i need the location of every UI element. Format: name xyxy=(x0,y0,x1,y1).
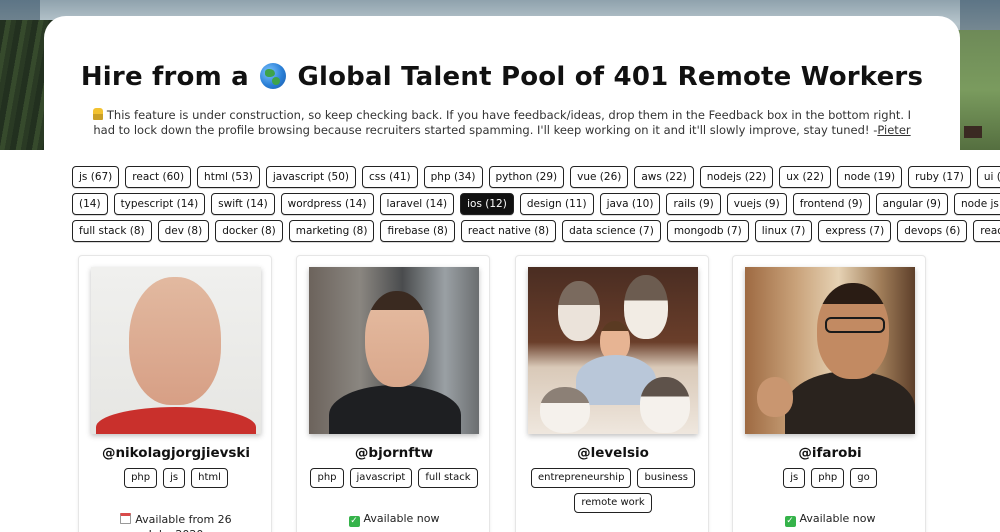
tag-filter[interactable]: mongodb (7) xyxy=(666,220,749,242)
tag-filter[interactable]: ios (12) xyxy=(460,193,514,215)
worker-cards: @nikolagjorgjievski php js html Availabl… xyxy=(78,255,938,532)
availability-text: Available now xyxy=(363,512,440,525)
skill-tag[interactable]: entrepreneurship xyxy=(530,468,632,488)
worker-card[interactable]: @ifarobi js php go ✓ Available now xyxy=(732,255,926,532)
skill-tag[interactable]: js xyxy=(163,468,186,488)
tag-filter[interactable]: ruby (17) xyxy=(908,166,971,188)
availability-status: ✓ Available now xyxy=(297,512,491,527)
profile-photo[interactable] xyxy=(309,267,479,434)
tag-filter[interactable]: firebase (8) xyxy=(380,220,455,242)
title-suffix: Global Talent Pool of 401 Remote Workers xyxy=(297,62,924,92)
skill-tag[interactable]: business xyxy=(637,468,696,488)
tag-filter[interactable]: java (10) xyxy=(599,193,661,215)
tag-filter[interactable]: typescript (14) xyxy=(113,193,206,215)
tag-filter[interactable]: css (41) xyxy=(362,166,418,188)
construction-worker-icon xyxy=(92,108,103,120)
profile-photo[interactable] xyxy=(91,267,261,434)
tag-filter[interactable]: react native (8) xyxy=(460,220,557,242)
skill-tag[interactable]: full stack xyxy=(418,468,478,488)
skill-list: entrepreneurship business remote work xyxy=(522,468,704,513)
page-title: Hire from a Global Talent Pool of 401 Re… xyxy=(44,62,960,92)
skill-tag[interactable]: php xyxy=(124,468,158,488)
worker-handle[interactable]: @bjornftw xyxy=(297,445,491,461)
pieter-link[interactable]: Pieter xyxy=(877,123,910,137)
tag-filter[interactable]: docker (8) xyxy=(215,220,283,242)
tag-filter[interactable]: wordpress (14) xyxy=(280,193,374,215)
tag-filter[interactable]: reactjs (6) xyxy=(973,220,1000,242)
tag-filter[interactable]: vue (26) xyxy=(570,166,629,188)
skill-tag[interactable]: js xyxy=(783,468,806,488)
worker-handle[interactable]: @nikolagjorgjievski xyxy=(79,445,273,461)
tag-filter[interactable]: aws (22) xyxy=(634,166,694,188)
title-prefix: Hire from a xyxy=(80,62,249,92)
tag-filter[interactable]: react (60) xyxy=(125,166,192,188)
tag-filter[interactable]: angular (9) xyxy=(875,193,948,215)
worker-card[interactable]: @levelsio entrepreneurship business remo… xyxy=(515,255,709,532)
skill-tag[interactable]: html xyxy=(191,468,228,488)
worker-card[interactable]: @nikolagjorgjievski php js html Availabl… xyxy=(78,255,272,532)
tag-filter[interactable]: python (29) xyxy=(488,166,565,188)
tag-filter[interactable]: vuejs (9) xyxy=(726,193,787,215)
skill-list: php javascript full stack xyxy=(303,468,485,488)
tag-filter[interactable]: marketing (8) xyxy=(288,220,375,242)
check-icon: ✓ xyxy=(784,516,796,527)
skill-tag[interactable]: php xyxy=(310,468,344,488)
skill-tag[interactable]: javascript xyxy=(349,468,413,488)
tag-filter[interactable]: express (7) xyxy=(818,220,892,242)
availability-text: Available now xyxy=(799,512,876,525)
tag-filter[interactable]: php (34) xyxy=(423,166,483,188)
tag-filter[interactable]: rails (9) xyxy=(666,193,721,215)
tag-filter[interactable]: js (67) xyxy=(72,166,120,188)
calendar-icon xyxy=(120,513,132,524)
tag-filter[interactable]: nodejs (22) xyxy=(699,166,774,188)
tag-filter[interactable]: html (53) xyxy=(197,166,260,188)
house xyxy=(964,126,982,138)
tag-filter[interactable]: frontend (9) xyxy=(792,193,870,215)
tag-row: js (67) react (60) html (53) javascript (50… xyxy=(72,166,1000,188)
tag-filter[interactable]: (14) xyxy=(72,193,108,215)
tag-filter[interactable]: data science (7) xyxy=(562,220,661,242)
tag-filter-list: js (67) react (60) html (53) javascript (50… xyxy=(72,166,1000,247)
tag-row: full stack (8) dev (8) docker (8) marketing… xyxy=(72,220,1000,242)
tag-filter[interactable]: laravel (14) xyxy=(379,193,455,215)
availability-text: Available from 26 July, 2020 xyxy=(135,513,232,532)
availability-status: ✓ Available now xyxy=(733,512,927,527)
skill-tag[interactable]: php xyxy=(811,468,845,488)
tag-filter[interactable]: linux (7) xyxy=(754,220,813,242)
skill-tag[interactable]: remote work xyxy=(574,493,652,513)
tag-filter[interactable]: ux (22) xyxy=(779,166,832,188)
tag-filter[interactable]: dev (8) xyxy=(157,220,210,242)
globe-icon xyxy=(260,63,287,89)
profile-photo[interactable] xyxy=(745,267,915,434)
tag-filter[interactable]: node (19) xyxy=(837,166,903,188)
tag-filter[interactable]: full stack (8) xyxy=(72,220,152,242)
tag-filter[interactable]: design (11) xyxy=(519,193,594,215)
worker-card[interactable]: @bjornftw php javascript full stack ✓ Ava… xyxy=(296,255,490,532)
notice-text: This feature is under construction, so k… xyxy=(93,108,912,137)
worker-handle[interactable]: @levelsio xyxy=(516,445,710,461)
skill-list: js php go xyxy=(739,468,921,488)
worker-handle[interactable]: @ifarobi xyxy=(733,445,927,461)
profile-photo[interactable] xyxy=(528,267,698,434)
construction-notice: This feature is under construction, so k… xyxy=(84,108,920,138)
tag-filter[interactable]: node js (9) xyxy=(953,193,1000,215)
tag-filter[interactable]: javascript (50) xyxy=(265,166,357,188)
tag-filter[interactable]: ui (16) xyxy=(976,166,1000,188)
tag-filter[interactable]: swift (14) xyxy=(211,193,275,215)
skill-tag[interactable]: go xyxy=(850,468,877,488)
availability-status: Available from 26 July, 2020 xyxy=(79,512,273,532)
tag-filter[interactable]: devops (6) xyxy=(897,220,968,242)
skill-list: php js html xyxy=(85,468,267,488)
check-icon: ✓ xyxy=(348,516,360,527)
tag-row: (14) typescript (14) swift (14) wordpress (… xyxy=(72,193,1000,215)
